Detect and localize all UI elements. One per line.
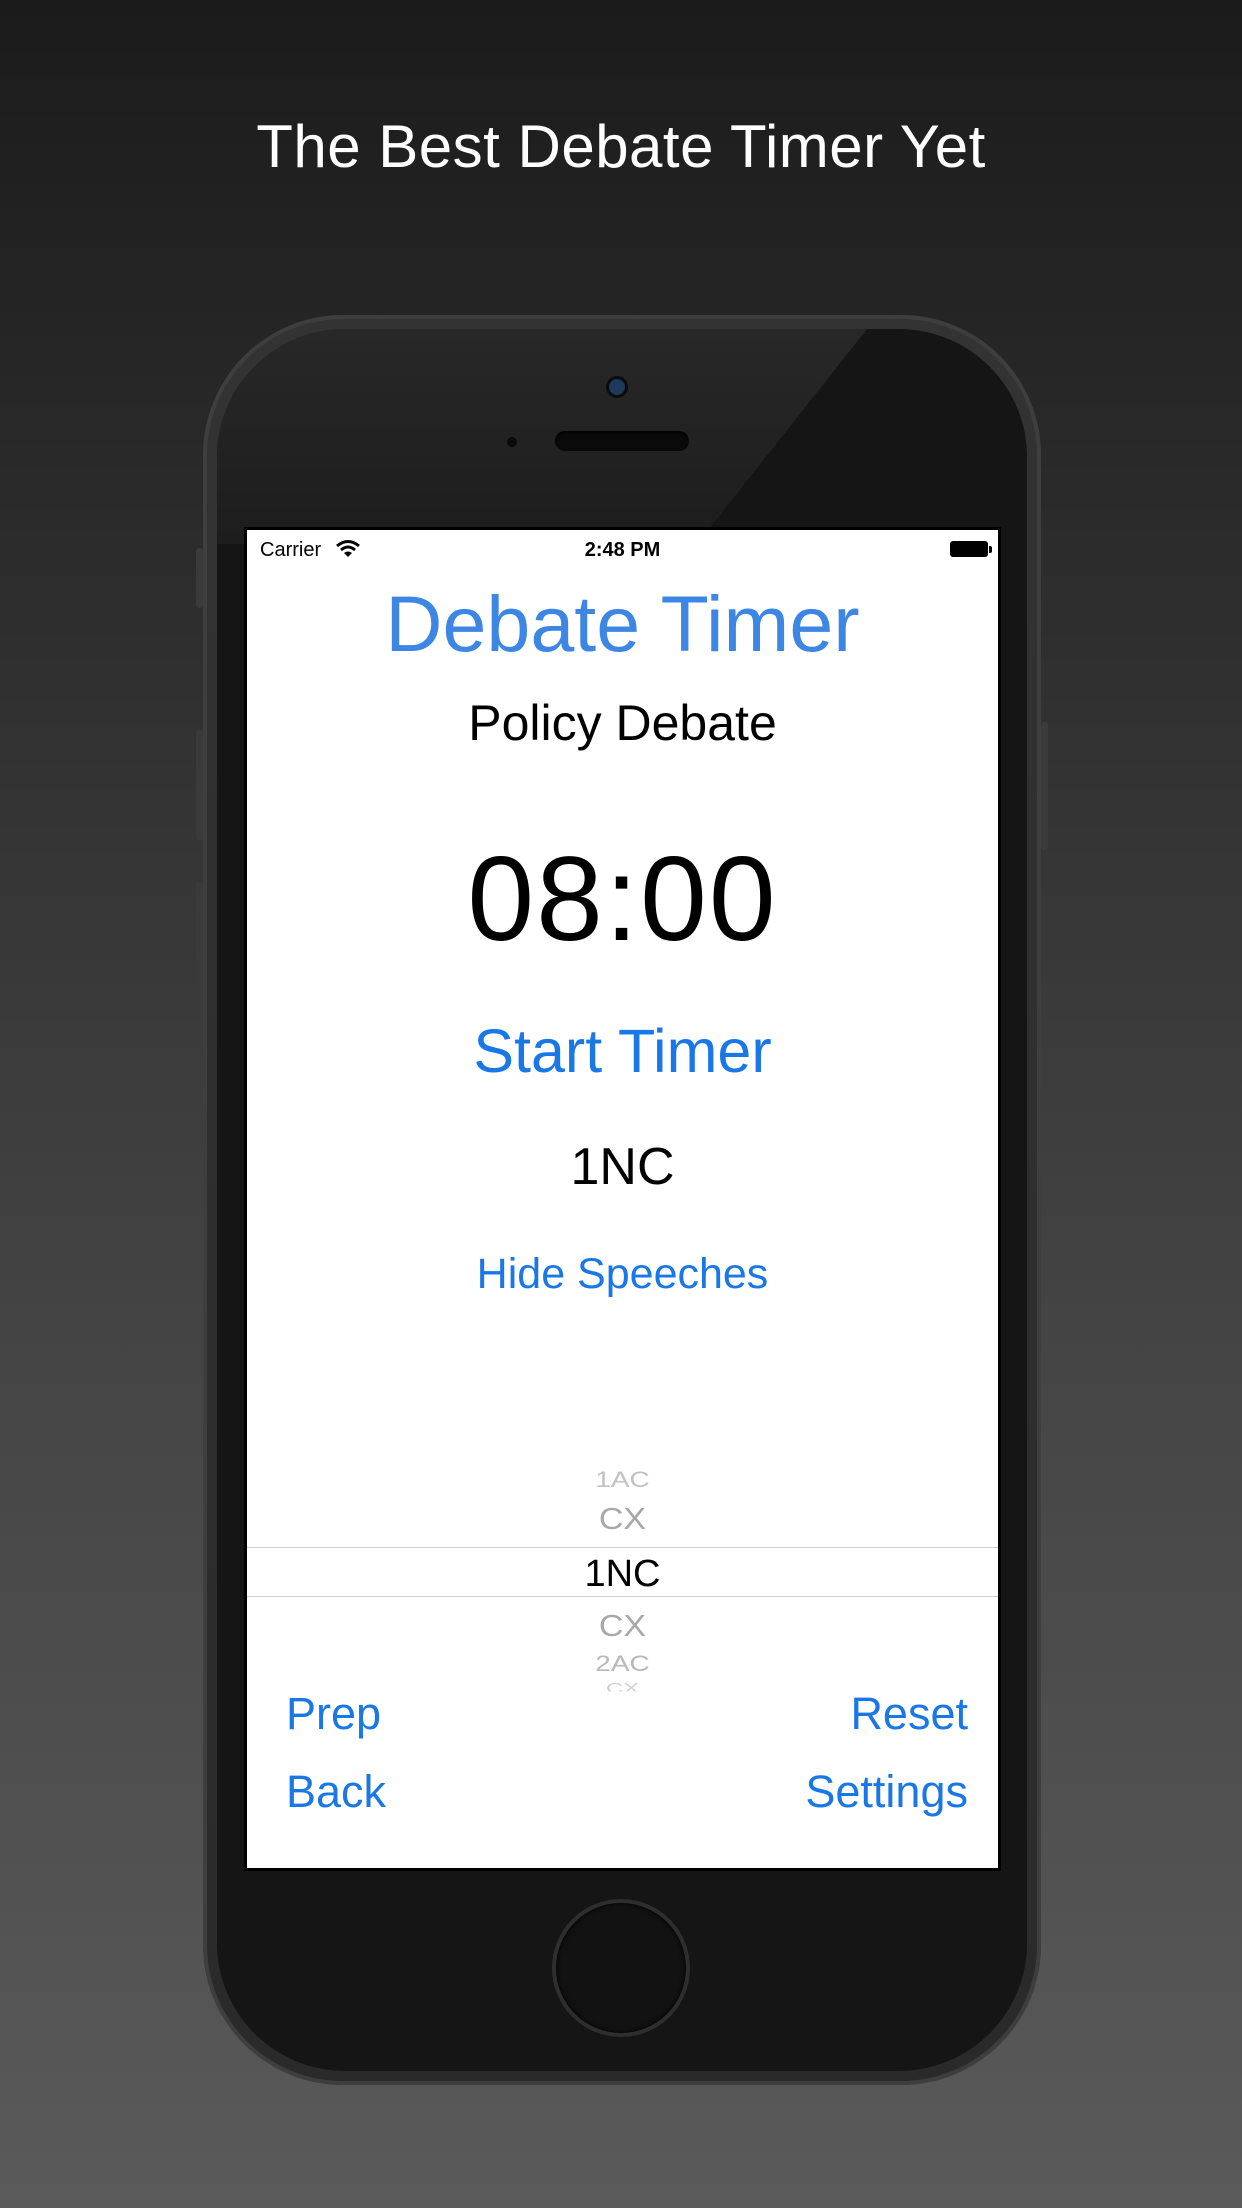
app-title: Debate Timer [385, 579, 860, 668]
debate-mode-label: Policy Debate [468, 695, 777, 751]
battery-icon [950, 541, 992, 557]
picker-item[interactable]: CX [247, 1609, 998, 1644]
volume-up-button [196, 730, 203, 840]
timer-display: 08:00 [467, 832, 778, 966]
mute-switch [196, 548, 203, 608]
start-timer-button[interactable]: Start Timer [247, 1016, 998, 1086]
picker-item[interactable]: CX [247, 1502, 998, 1537]
picker-selection-bottom-line [247, 1596, 998, 1597]
speech-picker[interactable]: 1AC CX 1NC CX 2AC CX [247, 1420, 998, 1691]
picker-selection-top-line [247, 1547, 998, 1548]
picker-item-selected[interactable]: 1NC [247, 1553, 998, 1596]
hide-speeches-button[interactable]: Hide Speeches [247, 1250, 998, 1299]
promo-headline: The Best Debate Timer Yet [256, 113, 986, 180]
proximity-sensor [507, 437, 517, 447]
earpiece-speaker [555, 431, 689, 451]
volume-down-button [196, 882, 203, 992]
settings-button[interactable]: Settings [805, 1766, 968, 1818]
front-camera-icon [609, 379, 625, 395]
home-button[interactable] [556, 1903, 686, 2033]
picker-item[interactable]: 1AC [247, 1467, 998, 1493]
power-button [1041, 722, 1048, 850]
app-screen: Carrier 2:48 PM Debate Timer Policy Deba… [247, 530, 998, 1868]
current-speech-label: 1NC [570, 1138, 675, 1196]
picker-item[interactable]: 2AC [247, 1651, 998, 1677]
status-bar: Carrier 2:48 PM [247, 530, 998, 570]
status-time: 2:48 PM [584, 539, 661, 561]
back-button[interactable]: Back [286, 1766, 386, 1818]
prep-button[interactable]: Prep [286, 1688, 381, 1740]
reset-button[interactable]: Reset [850, 1688, 968, 1740]
